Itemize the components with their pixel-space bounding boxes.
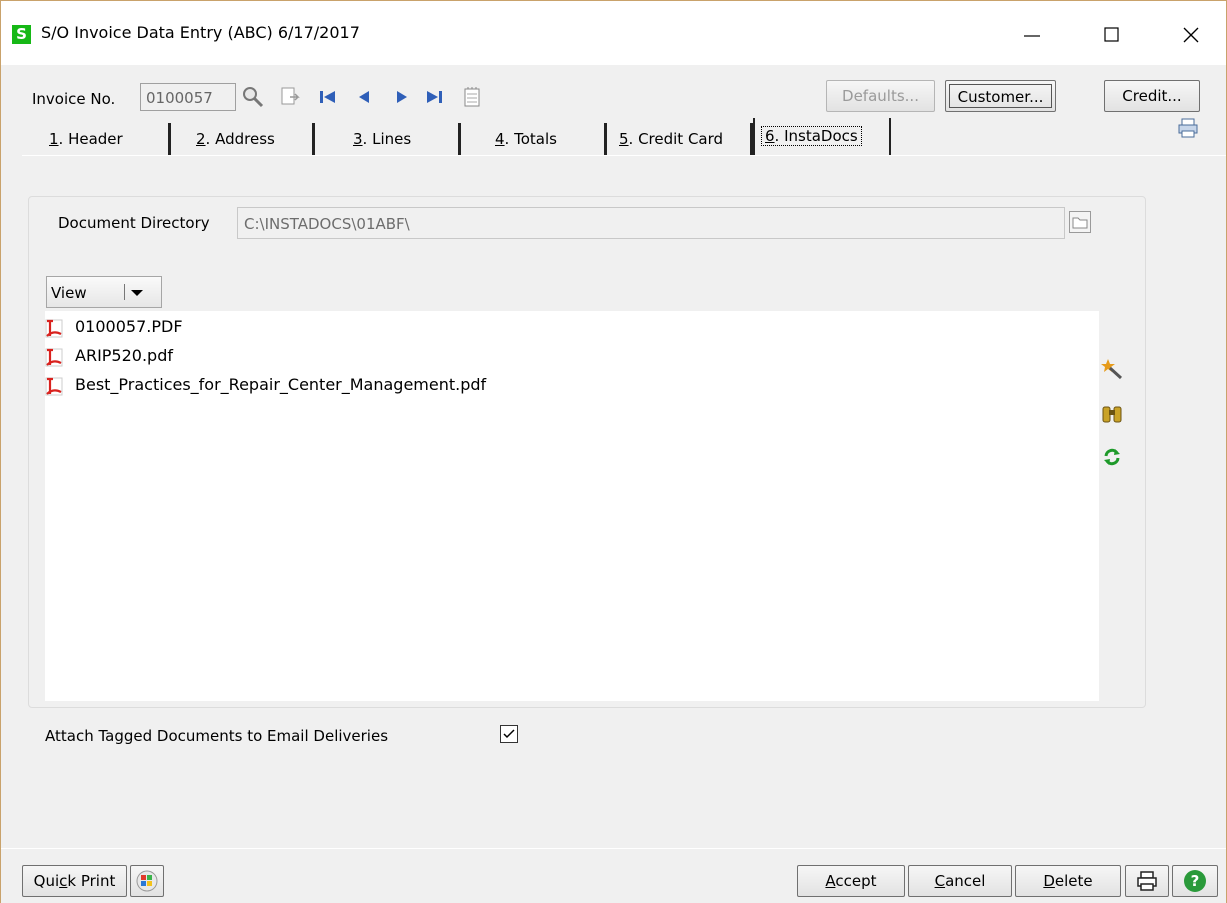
attach-tagged-documents-checkbox[interactable] xyxy=(500,725,518,743)
next-number-button[interactable] xyxy=(279,85,301,109)
windows-logo-icon xyxy=(136,870,158,892)
printer-icon xyxy=(1178,118,1198,138)
title-bar: S S/O Invoice Data Entry (ABC) 6/17/2017 xyxy=(1,1,1226,65)
minimize-icon xyxy=(1024,35,1040,37)
memo-button[interactable] xyxy=(461,85,483,109)
refresh-button[interactable] xyxy=(1101,446,1123,468)
customer-button[interactable]: Customer... xyxy=(945,80,1056,112)
invoice-no-field[interactable]: 0100057 xyxy=(140,83,236,111)
wizard-button[interactable] xyxy=(1101,358,1123,380)
quick-print-button[interactable]: Quick Print xyxy=(22,865,127,897)
help-button[interactable]: ? xyxy=(1172,865,1218,897)
magic-wand-icon xyxy=(1101,359,1123,380)
binoculars-icon xyxy=(1102,406,1122,423)
panel-print-button[interactable] xyxy=(1177,117,1199,139)
memo-icon xyxy=(464,87,480,107)
last-record-icon xyxy=(427,91,442,103)
help-icon: ? xyxy=(1184,870,1206,892)
close-icon xyxy=(1183,27,1199,43)
cancel-button[interactable]: Cancel xyxy=(908,865,1012,897)
document-list[interactable]: 0100057.PDF ARIP520.pdf Best_Practices_f… xyxy=(45,311,1099,701)
pdf-file-icon xyxy=(45,319,63,338)
last-record-button[interactable] xyxy=(423,85,445,109)
next-record-icon xyxy=(397,91,407,103)
first-record-button[interactable] xyxy=(317,85,339,109)
tab-header[interactable]: 1. Header xyxy=(49,121,171,157)
lookup-button[interactable] xyxy=(241,85,264,109)
printer-icon xyxy=(1137,871,1157,891)
document-arrow-icon xyxy=(281,87,300,105)
defaults-button[interactable]: Defaults... xyxy=(826,80,935,112)
accept-button[interactable]: Accept xyxy=(797,865,905,897)
previous-record-button[interactable] xyxy=(353,85,375,109)
view-dropdown[interactable]: View xyxy=(46,276,162,308)
next-record-button[interactable] xyxy=(391,85,413,109)
windows-button[interactable] xyxy=(130,865,164,897)
customer-button-label: Customer... xyxy=(949,84,1052,108)
tab-lines[interactable]: 3. Lines xyxy=(353,121,461,157)
find-button[interactable] xyxy=(1101,403,1123,425)
browse-directory-button[interactable] xyxy=(1069,211,1091,233)
tab-address[interactable]: 2. Address xyxy=(196,121,315,157)
list-item[interactable]: ARIP520.pdf xyxy=(45,344,245,370)
print-button[interactable] xyxy=(1125,865,1169,897)
document-directory-label: Document Directory xyxy=(58,214,210,232)
close-button[interactable] xyxy=(1168,15,1214,55)
app-logo-icon: S xyxy=(12,25,31,44)
window-title: S/O Invoice Data Entry (ABC) 6/17/2017 xyxy=(41,23,360,42)
list-item[interactable]: Best_Practices_for_Repair_Center_Managem… xyxy=(45,373,545,399)
tab-instadocs[interactable]: 6. InstaDocs xyxy=(753,118,891,156)
app-window: S S/O Invoice Data Entry (ABC) 6/17/2017… xyxy=(0,0,1227,903)
search-icon xyxy=(243,87,264,108)
maximize-button[interactable] xyxy=(1089,15,1135,55)
pdf-file-icon xyxy=(45,348,63,367)
previous-record-icon xyxy=(359,91,369,103)
list-item[interactable]: 0100057.PDF xyxy=(45,315,245,341)
pdf-file-icon xyxy=(45,377,63,396)
delete-button[interactable]: Delete xyxy=(1015,865,1121,897)
maximize-icon xyxy=(1104,27,1119,42)
tab-totals[interactable]: 4. Totals xyxy=(495,121,607,157)
minimize-button[interactable] xyxy=(1009,15,1055,55)
invoice-no-label: Invoice No. xyxy=(32,90,116,108)
folder-icon xyxy=(1072,217,1088,229)
svg-text:?: ? xyxy=(1191,872,1200,890)
view-label: View xyxy=(51,284,87,302)
document-directory-field[interactable]: C:\INSTADOCS\01ABF\ xyxy=(237,207,1065,239)
first-record-icon xyxy=(320,91,335,103)
tab-credit-card[interactable]: 5. Credit Card xyxy=(619,121,753,157)
attach-tagged-documents-label: Attach Tagged Documents to Email Deliver… xyxy=(45,727,389,745)
credit-button[interactable]: Credit... xyxy=(1104,80,1200,112)
checkmark-icon xyxy=(503,729,515,739)
chevron-down-icon xyxy=(131,290,143,296)
refresh-icon xyxy=(1104,448,1120,466)
